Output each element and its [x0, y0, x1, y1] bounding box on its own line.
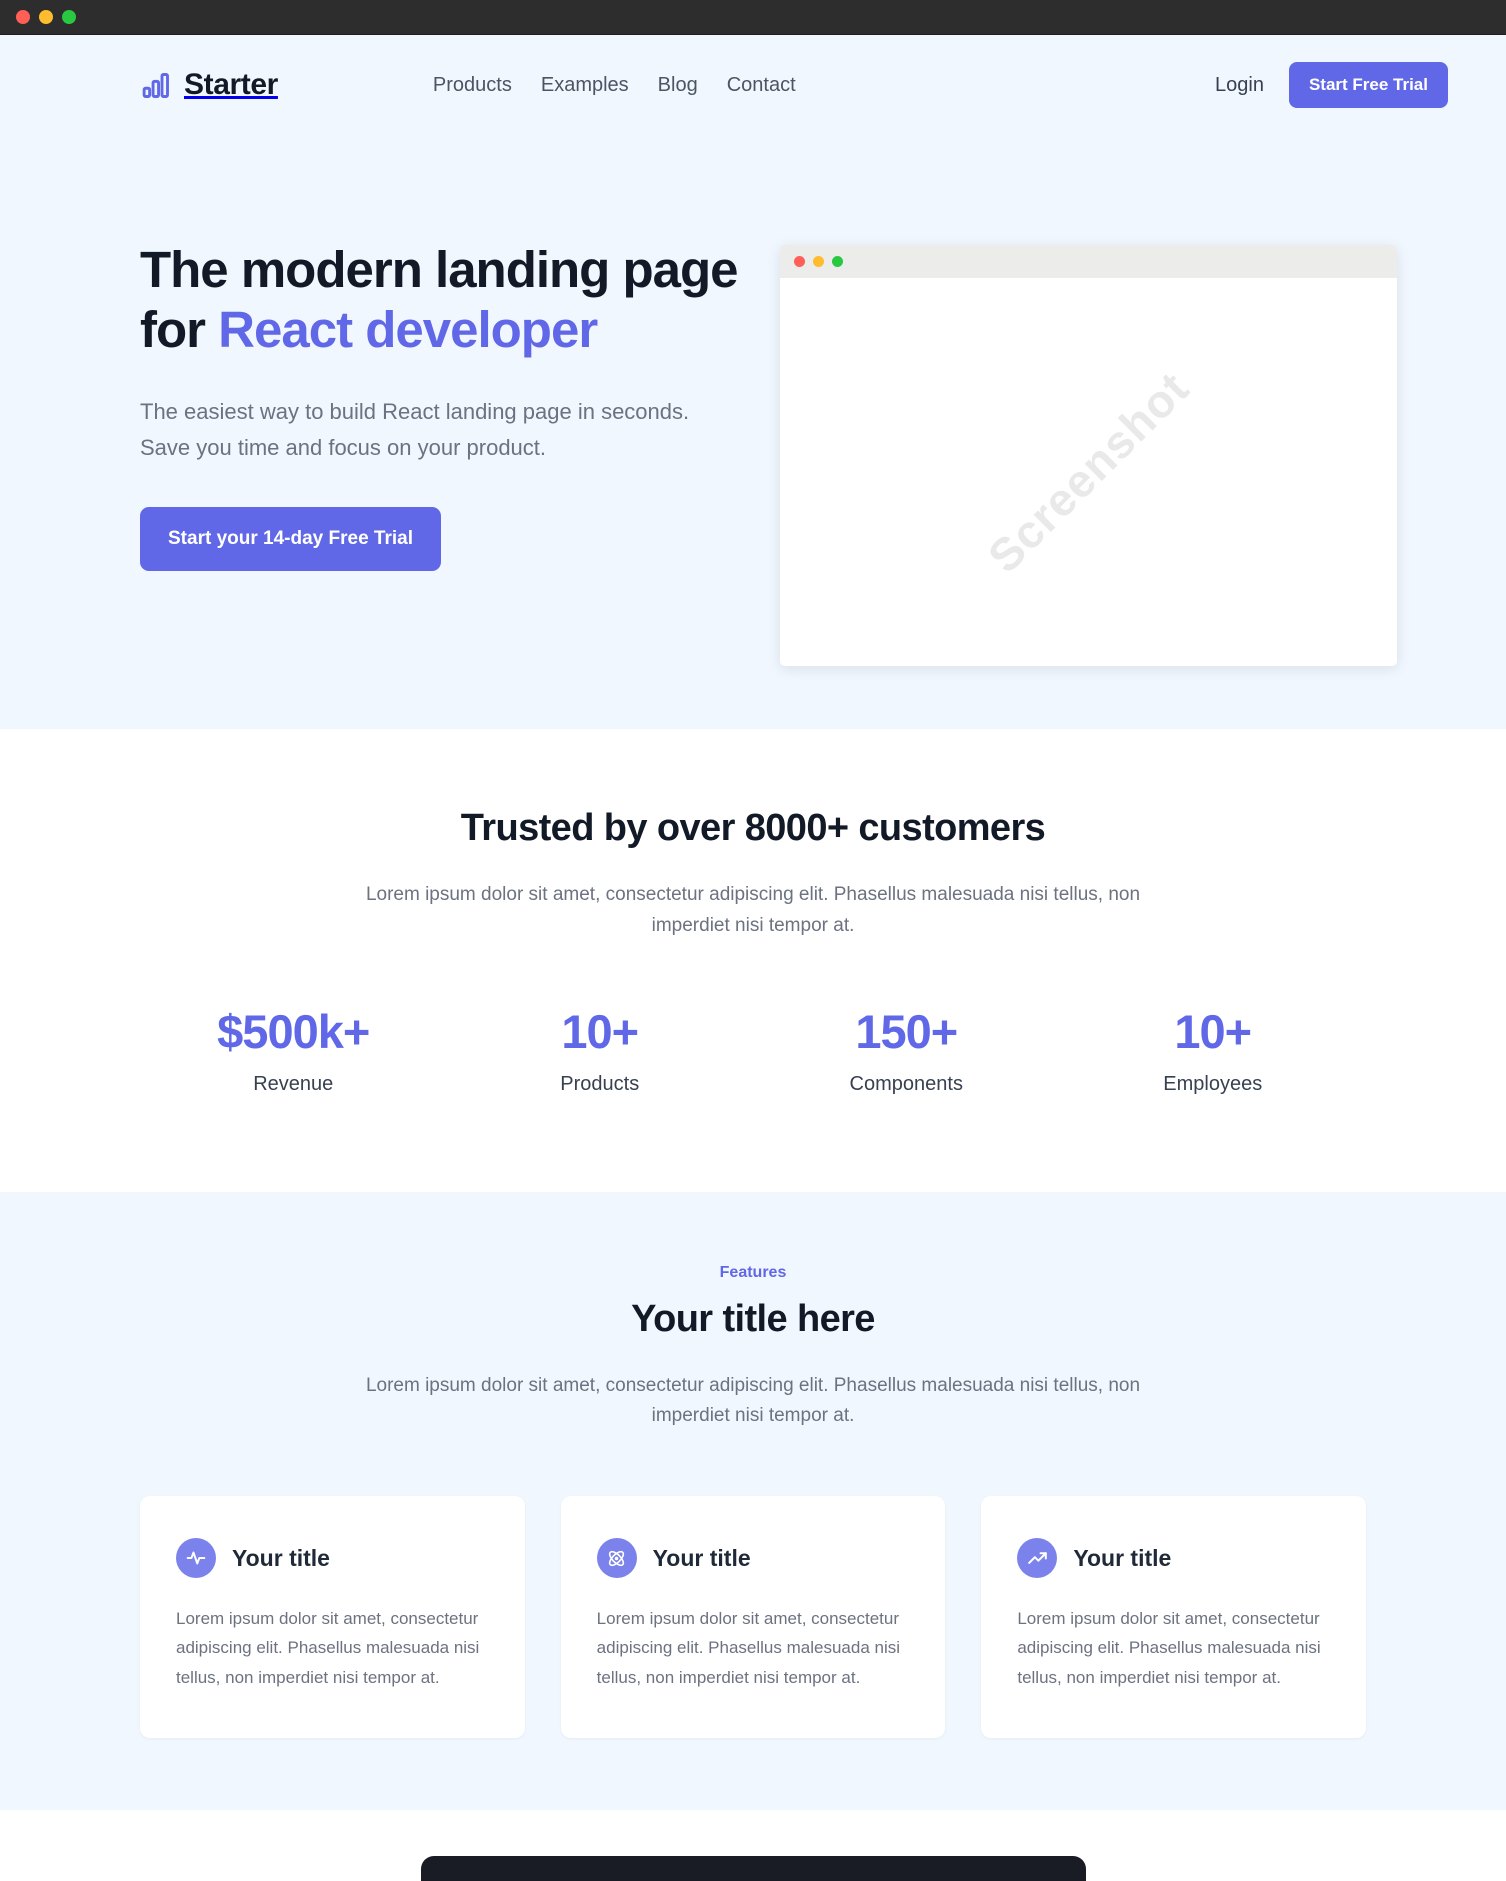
window-close-button[interactable]	[16, 10, 30, 24]
hero-section: Starter Products Examples Blog Contact L…	[0, 35, 1506, 729]
feature-card: Your title Lorem ipsum dolor sit amet, c…	[560, 1496, 946, 1739]
nav-link-products[interactable]: Products	[433, 74, 512, 97]
features-section: Features Your title here Lorem ipsum dol…	[0, 1191, 1506, 1811]
login-link[interactable]: Login	[1215, 74, 1264, 97]
bar-chart-icon	[140, 69, 173, 102]
stat-label: Revenue	[253, 1072, 334, 1095]
feature-card-title: Your title	[1073, 1544, 1172, 1571]
hero-cta-button[interactable]: Start your 14-day Free Trial	[140, 506, 441, 571]
brand-name: Starter	[184, 68, 278, 101]
stats-section: Trusted by over 8000+ customers Lorem ip…	[0, 729, 1506, 1192]
stats-row: $500k+ Revenue 10+ Products 150+ Compone…	[140, 1004, 1366, 1096]
feature-card-text: Lorem ipsum dolor sit amet, consectetur …	[596, 1609, 901, 1687]
brand-logo-link[interactable]: Starter	[140, 68, 278, 102]
feature-card-header: Your title	[176, 1538, 489, 1579]
hero-title-line2-prefix: for	[140, 301, 219, 359]
screenshot-watermark: Screenshot	[978, 361, 1199, 583]
browser-mockup-canvas: Screenshot	[780, 278, 1397, 666]
hero-media: Screenshot	[740, 240, 1448, 666]
main-navigation: Starter Products Examples Blog Contact L…	[0, 35, 1506, 135]
hero-copy: The modern landing page for React develo…	[140, 240, 740, 571]
features-subtitle: Lorem ipsum dolor sit amet, consectetur …	[365, 1374, 1141, 1427]
atom-icon	[596, 1538, 637, 1579]
stat-label: Employees	[1163, 1072, 1263, 1095]
nav-link-contact[interactable]: Contact	[727, 74, 796, 97]
start-free-trial-button[interactable]: Start Free Trial	[1288, 62, 1448, 108]
stats-title: Trusted by over 8000+ customers	[460, 807, 1046, 849]
stat-label: Components	[849, 1072, 963, 1095]
next-banner-wrap: Made for Next.js and React	[0, 1810, 1506, 1881]
feature-card: Your title Lorem ipsum dolor sit amet, c…	[981, 1496, 1367, 1739]
next-banner: Made for Next.js and React	[420, 1856, 1086, 1881]
browser-mockup: Screenshot	[780, 245, 1397, 666]
stats-subtitle: Lorem ipsum dolor sit amet, consectetur …	[365, 884, 1141, 936]
feature-card-title: Your title	[652, 1544, 751, 1571]
stat-item: 10+ Employees	[1060, 1004, 1367, 1096]
window-maximize-button[interactable]	[62, 10, 76, 24]
stat-item: 10+ Products	[447, 1004, 754, 1096]
mockup-close-icon	[794, 256, 805, 267]
stat-value: 150+	[855, 1004, 958, 1058]
hero-title-line1: The modern landing page	[140, 241, 739, 298]
window-titlebar	[0, 0, 1506, 35]
hero-subtitle: The easiest way to build React landing p…	[140, 399, 690, 460]
feature-card-header: Your title	[1017, 1538, 1330, 1579]
feature-card-title: Your title	[232, 1544, 330, 1571]
stat-value: 10+	[1174, 1004, 1252, 1058]
nav-actions: Login Start Free Trial	[1215, 62, 1448, 108]
mockup-maximize-icon	[832, 256, 843, 267]
browser-mockup-titlebar	[780, 245, 1397, 278]
feature-card-text: Lorem ipsum dolor sit amet, consectetur …	[176, 1609, 480, 1687]
activity-pulse-icon	[176, 1538, 216, 1579]
stat-value: 10+	[561, 1004, 639, 1058]
hero-body: The modern landing page for React develo…	[0, 135, 1506, 666]
hero-title: The modern landing page for React develo…	[140, 240, 740, 360]
stat-label: Products	[560, 1072, 640, 1095]
nav-links: Products Examples Blog Contact	[433, 74, 796, 97]
nav-link-examples[interactable]: Examples	[541, 74, 629, 97]
app-window: Starter Products Examples Blog Contact L…	[0, 0, 1506, 1881]
feature-card-text: Lorem ipsum dolor sit amet, consectetur …	[1017, 1609, 1321, 1687]
stat-value: $500k+	[217, 1004, 370, 1058]
feature-card-header: Your title	[596, 1538, 910, 1579]
hero-title-accent: React developer	[218, 301, 598, 359]
trending-up-icon	[1017, 1538, 1058, 1579]
features-title: Your title here	[631, 1297, 875, 1340]
mockup-minimize-icon	[813, 256, 824, 267]
feature-card: Your title Lorem ipsum dolor sit amet, c…	[140, 1496, 525, 1739]
stat-item: $500k+ Revenue	[140, 1004, 447, 1096]
features-eyebrow: Features	[719, 1263, 787, 1281]
window-minimize-button[interactable]	[39, 10, 53, 24]
page-content: Starter Products Examples Blog Contact L…	[0, 35, 1506, 1881]
feature-cards-row: Your title Lorem ipsum dolor sit amet, c…	[140, 1496, 1367, 1810]
stat-item: 150+ Components	[753, 1004, 1060, 1096]
nav-link-blog[interactable]: Blog	[658, 74, 698, 97]
